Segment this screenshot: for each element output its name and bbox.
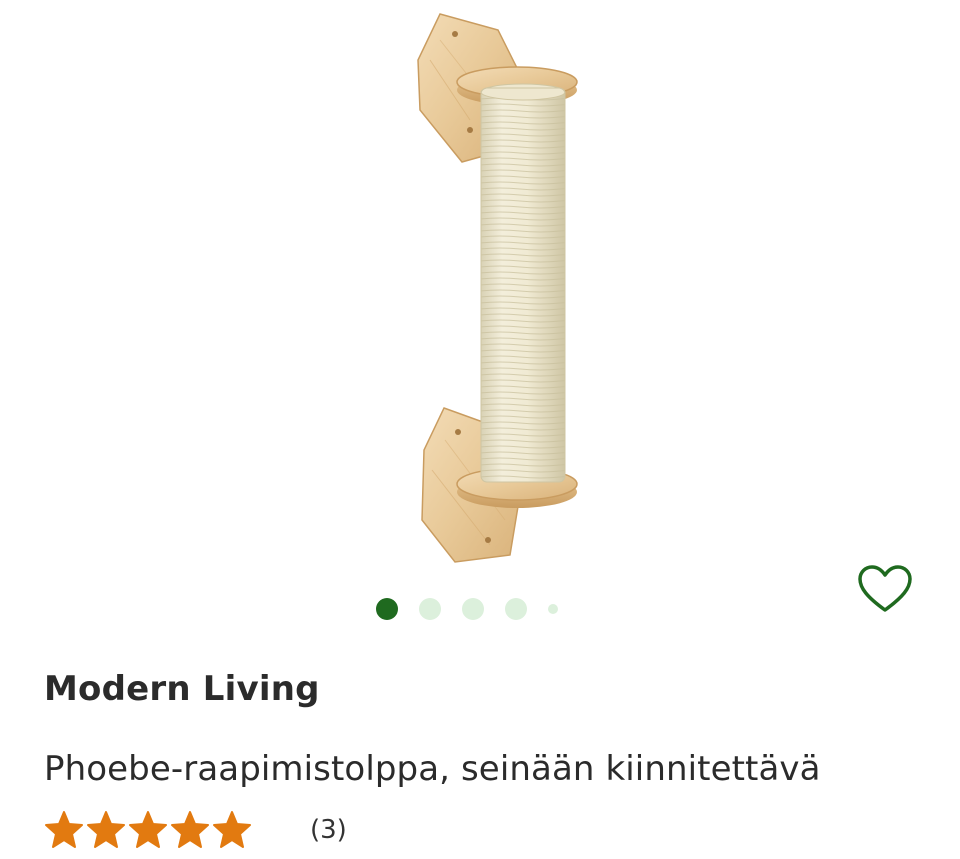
review-count[interactable]: (3) [310, 815, 347, 845]
star-icon [45, 811, 83, 848]
rating-stars [44, 810, 254, 850]
carousel-dot-4[interactable] [505, 598, 527, 620]
brand-name[interactable]: Modern Living [44, 669, 320, 709]
carousel-dot-2[interactable] [419, 598, 441, 620]
scratching-post-illustration [417, 13, 578, 563]
image-carousel-dots [376, 597, 558, 621]
rating-summary[interactable]: (3) [44, 806, 347, 854]
product-image[interactable] [0, 0, 960, 580]
favorite-button[interactable] [852, 559, 918, 619]
heart-outline-icon [858, 565, 912, 612]
carousel-dot-5[interactable] [548, 604, 558, 614]
carousel-dot-1[interactable] [376, 598, 398, 620]
carousel-dot-3[interactable] [462, 598, 484, 620]
star-icon [129, 811, 167, 848]
star-icon [87, 811, 125, 848]
star-icon [213, 811, 251, 848]
star-icon [171, 811, 209, 848]
product-title: Phoebe-raapimistolppa, seinään kiinnitet… [44, 749, 821, 789]
